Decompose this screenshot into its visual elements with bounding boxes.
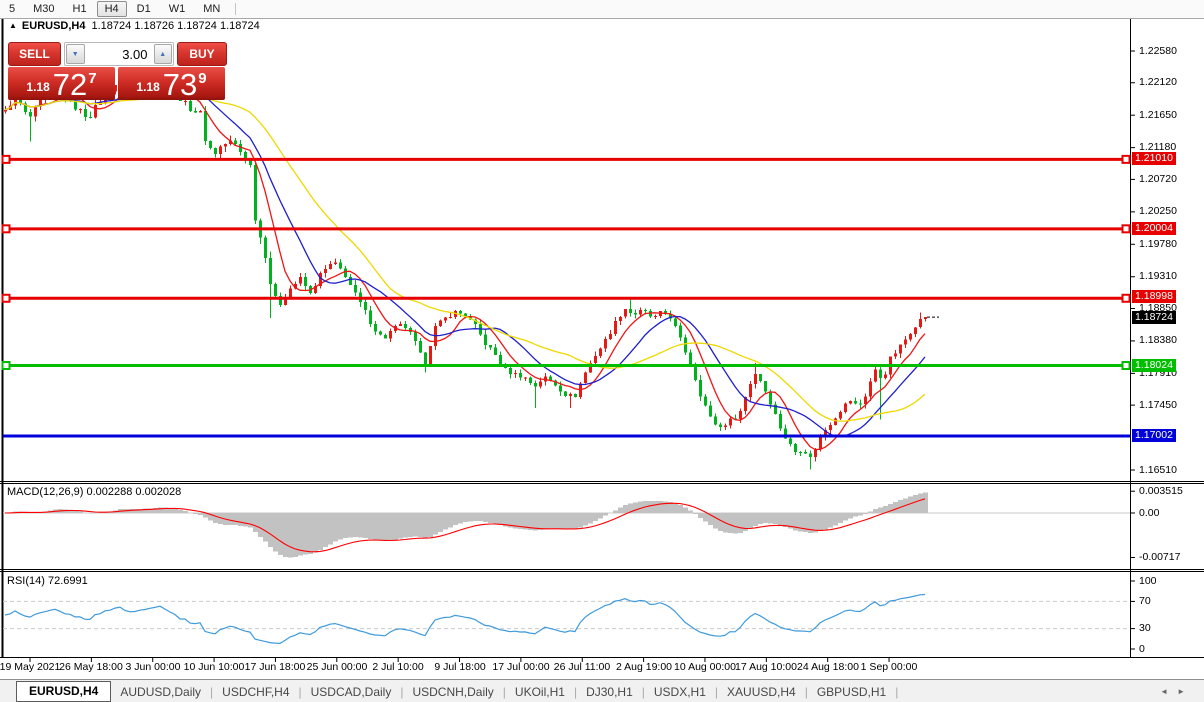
level-price-label-1.18998: 1.18998 xyxy=(1132,290,1176,303)
price-tick-1.20250: 1.20250 xyxy=(1139,205,1177,217)
price-tick-1.17450: 1.17450 xyxy=(1139,399,1177,411)
level-anchor[interactable] xyxy=(1121,361,1131,371)
ma-28-line xyxy=(4,93,926,422)
level-anchor[interactable] xyxy=(1,361,11,371)
level-anchor[interactable] xyxy=(1121,293,1131,303)
buy-button[interactable]: BUY xyxy=(177,42,227,66)
chart-canvas[interactable] xyxy=(0,0,1204,702)
rsi-axis-30: 30 xyxy=(1139,622,1151,634)
price-tick-1.22120: 1.22120 xyxy=(1139,76,1177,88)
chart-ohlc-values: 1.18724 1.18726 1.18724 1.18724 xyxy=(91,20,260,32)
arrow-down-icon: ▼ xyxy=(71,50,79,58)
rsi-axis-100: 100 xyxy=(1139,575,1157,587)
tab-separator: | xyxy=(895,684,899,699)
candlesticks xyxy=(4,73,927,470)
buy-price-pips: 73 xyxy=(162,67,198,102)
tabs-scroll-right-button[interactable]: ► xyxy=(1177,687,1194,696)
tab-ukoil-h1[interactable]: UKOil,H1 xyxy=(506,682,574,702)
volume-increase-button[interactable]: ▲ xyxy=(153,44,172,64)
time-label-7: 2 Jul 10:00 xyxy=(372,661,424,673)
time-label-15: 1 Sep 00:00 xyxy=(860,661,918,673)
volume-decrease-button[interactable]: ▼ xyxy=(66,44,85,64)
arrow-up-icon: ▲ xyxy=(159,50,167,58)
price-tick-1.20720: 1.20720 xyxy=(1139,173,1177,185)
time-label-14: 24 Aug 18:00 xyxy=(797,661,859,673)
buy-price-point: 9 xyxy=(198,70,207,87)
price-tick-1.19780: 1.19780 xyxy=(1139,238,1177,250)
volume-input[interactable] xyxy=(85,43,153,65)
tab-usdchf-h4[interactable]: USDCHF,H4 xyxy=(213,682,298,702)
level-price-label-1.18024: 1.18024 xyxy=(1132,359,1176,372)
level-price-label-1.20004: 1.20004 xyxy=(1132,222,1176,235)
sell-price-panel[interactable]: 1.18 72 7 xyxy=(8,67,115,100)
rsi-indicator-label: RSI(14) 72.6991 xyxy=(7,575,88,587)
chart-title: ▲ EURUSD,H4 1.18724 1.18726 1.18724 1.1872… xyxy=(9,20,260,32)
sell-price-pips: 72 xyxy=(52,67,88,102)
tab-usdx-h1[interactable]: USDX,H1 xyxy=(645,682,715,702)
time-label-10: 26 Jul 11:00 xyxy=(553,661,611,673)
current-price-label: 1.18724 xyxy=(1132,311,1176,324)
tab-gbpusd-h1[interactable]: GBPUSD,H1 xyxy=(808,682,895,702)
symbol-tab-bar: EURUSD,H4 AUDUSD,Daily | USDCHF,H4 | USDCAD,D… xyxy=(0,679,1204,702)
tab-dj30-h1[interactable]: DJ30,H1 xyxy=(577,682,642,702)
rsi-axis-70: 70 xyxy=(1139,595,1151,607)
time-label-11: 2 Aug 19:00 xyxy=(615,661,673,673)
rsi-axis-0: 0 xyxy=(1139,643,1145,655)
level-anchor[interactable] xyxy=(1121,154,1131,164)
level-anchor[interactable] xyxy=(1,224,11,234)
time-label-1: 19 May 2021 xyxy=(0,661,61,673)
time-label-4: 10 Jun 10:00 xyxy=(183,661,245,673)
macd-indicator-label: MACD(12,26,9) 0.002288 0.002028 xyxy=(7,486,182,498)
tab-usdcnh-daily[interactable]: USDCNH,Daily xyxy=(403,682,502,702)
time-label-6: 25 Jun 00:00 xyxy=(306,661,368,673)
time-label-5: 17 Jun 18:00 xyxy=(244,661,306,673)
macd-axis-0.003515: 0.003515 xyxy=(1139,485,1183,497)
sell-price-prefix: 1.18 xyxy=(26,80,50,94)
chart-symbol-label: EURUSD,H4 xyxy=(21,20,86,32)
time-label-13: 17 Aug 10:00 xyxy=(735,661,797,673)
tabs-scroll-left-button[interactable]: ◄ xyxy=(1160,687,1177,696)
price-tick-1.16510: 1.16510 xyxy=(1139,464,1177,476)
price-tick-1.21650: 1.21650 xyxy=(1139,109,1177,121)
sell-price-point: 7 xyxy=(88,70,97,87)
time-label-2: 26 May 18:00 xyxy=(59,661,123,673)
tab-usdcad-daily[interactable]: USDCAD,Daily xyxy=(302,682,401,702)
one-click-trading-widget: SELL ▼ ▲ BUY 1.18727 1.18739 xyxy=(8,42,227,100)
tab-xauusd-h4[interactable]: XAUUSD,H4 xyxy=(718,682,805,702)
ma-7-line xyxy=(4,82,926,451)
chart-collapse-icon: ▲ xyxy=(9,21,17,30)
level-price-label-1.21010: 1.21010 xyxy=(1132,152,1176,165)
tab-audusd-daily[interactable]: AUDUSD,Daily xyxy=(111,682,210,702)
time-label-12: 10 Aug 00:00 xyxy=(674,661,736,673)
macd-axis-0.00: 0.00 xyxy=(1139,507,1160,519)
trading-terminal: 5 M30 H1 H4 D1 W1 MN ▲ EURUSD,H4 1.18724 1.18726… xyxy=(0,0,1204,702)
macd-histogram xyxy=(13,492,928,558)
level-anchor[interactable] xyxy=(1,154,11,164)
buy-price-prefix: 1.18 xyxy=(136,80,160,94)
price-tick-1.22580: 1.22580 xyxy=(1139,45,1177,57)
level-price-label-1.17002: 1.17002 xyxy=(1132,429,1176,442)
price-tick-1.18380: 1.18380 xyxy=(1139,334,1177,346)
buy-price-panel[interactable]: 1.18 73 9 xyxy=(118,67,225,100)
sell-button[interactable]: SELL xyxy=(8,42,61,66)
time-label-8: 9 Jul 18:00 xyxy=(434,661,486,673)
level-anchor[interactable] xyxy=(1,293,11,303)
level-anchor[interactable] xyxy=(1121,224,1131,234)
volume-spinner: ▼ ▲ xyxy=(64,42,174,66)
time-label-9: 17 Jul 00:00 xyxy=(492,661,550,673)
macd-axis--0.00717: -0.00717 xyxy=(1139,551,1181,563)
price-tick-1.19310: 1.19310 xyxy=(1139,270,1177,282)
tab-eurusd-h4[interactable]: EURUSD,H4 xyxy=(16,681,112,702)
time-label-3: 3 Jun 00:00 xyxy=(125,661,181,673)
